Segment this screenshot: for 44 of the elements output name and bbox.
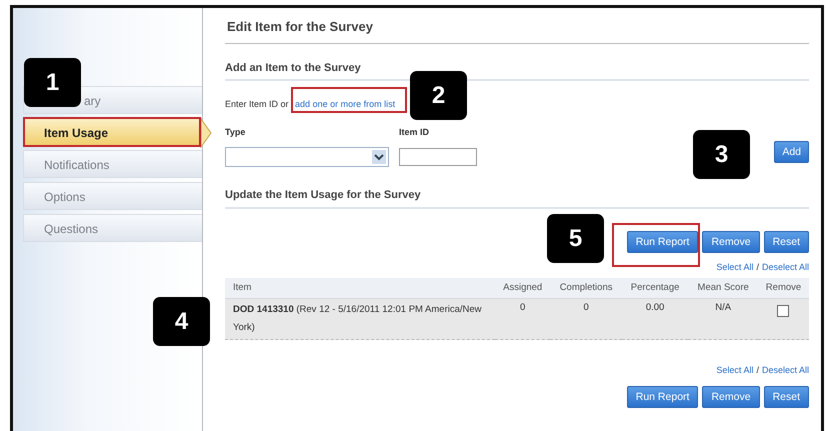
chevron-down-icon bbox=[372, 150, 386, 164]
item-id-label: Item ID bbox=[399, 126, 430, 139]
item-id-field[interactable] bbox=[399, 148, 477, 166]
sidebar-item[interactable]: Questions bbox=[23, 214, 202, 242]
run-report-button[interactable]: Run Report bbox=[626, 386, 698, 408]
pointer-arrow-icon bbox=[200, 118, 212, 148]
table-cell: 0.00 bbox=[622, 298, 688, 340]
column-header: Percentage bbox=[622, 278, 688, 299]
deselect-all-link[interactable]: Deselect All bbox=[762, 364, 809, 378]
step-number: 1 bbox=[24, 58, 81, 107]
select-all-link[interactable]: Select All bbox=[716, 364, 754, 378]
sidebar-item[interactable]: Options bbox=[23, 182, 202, 210]
table-cell: 0 bbox=[550, 298, 622, 340]
step-number: 2 bbox=[410, 71, 467, 120]
reset-button[interactable]: Reset bbox=[764, 230, 809, 252]
prompt-text: Enter Item ID or bbox=[225, 99, 289, 109]
run-report-button[interactable]: Run Report bbox=[626, 230, 698, 252]
step-number: 4 bbox=[153, 297, 210, 346]
add-from-list-link[interactable]: add one or more from list bbox=[295, 99, 396, 109]
column-header: Item bbox=[225, 278, 495, 299]
column-header: Remove bbox=[758, 278, 809, 299]
column-header: Mean Score bbox=[688, 278, 758, 299]
section-heading: Update the Item Usage for the Survey bbox=[225, 187, 809, 208]
type-label: Type bbox=[225, 126, 246, 139]
table-cell: 0 bbox=[495, 298, 550, 340]
separator-text: / bbox=[756, 260, 759, 274]
remove-button[interactable]: Remove bbox=[702, 230, 760, 252]
column-header: Completions bbox=[550, 278, 622, 299]
remove-checkbox[interactable] bbox=[777, 305, 790, 318]
add-button[interactable]: Add bbox=[774, 141, 809, 163]
type-dropdown[interactable] bbox=[225, 147, 389, 167]
reset-button[interactable]: Reset bbox=[764, 386, 809, 408]
table-cell: N/A bbox=[688, 298, 758, 340]
page-title: Edit Item for the Survey bbox=[225, 8, 809, 44]
deselect-all-link[interactable]: Deselect All bbox=[762, 260, 809, 274]
sidebar-item[interactable]: Item Usage bbox=[23, 118, 202, 146]
separator-text: / bbox=[756, 364, 759, 378]
remove-button[interactable]: Remove bbox=[702, 386, 760, 408]
item-cell: DOD 1413310 (Rev 12 - 5/16/2011 12:01 PM America/New York) bbox=[225, 298, 495, 340]
step-number: 5 bbox=[547, 214, 604, 263]
column-header: Assigned bbox=[495, 278, 550, 299]
select-all-link[interactable]: Select All bbox=[716, 260, 754, 274]
sidebar-item[interactable]: Notifications bbox=[23, 150, 202, 178]
step-number: 3 bbox=[693, 130, 750, 179]
